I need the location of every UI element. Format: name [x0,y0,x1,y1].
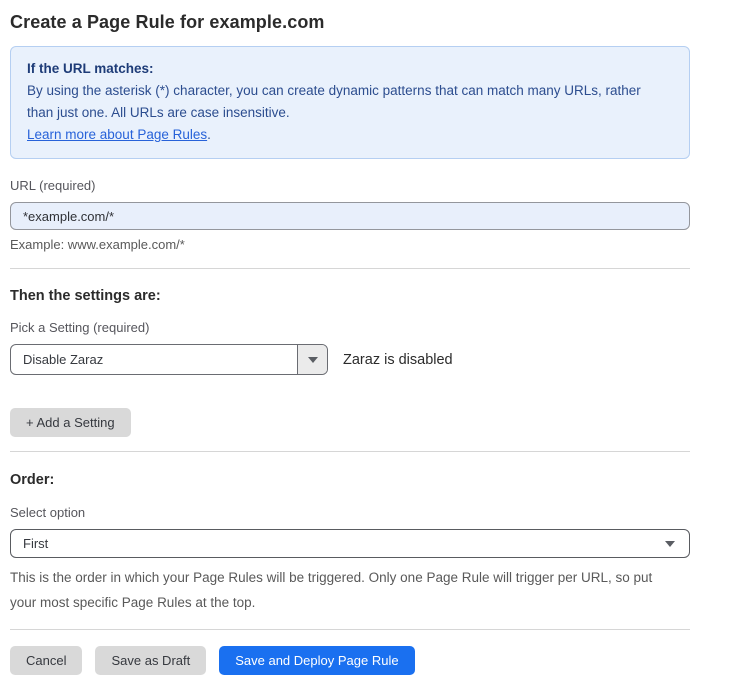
settings-section-heading: Then the settings are: [10,288,690,304]
setting-select-value: Disable Zaraz [11,345,297,374]
setting-status-text: Zaraz is disabled [343,352,453,368]
setting-select-arrow-button[interactable] [297,345,327,374]
order-helper-text: This is the order in which your Page Rul… [10,565,682,615]
order-select-label: Select option [10,505,690,520]
setting-picker-row: Disable Zaraz Zaraz is disabled [10,344,690,375]
divider [10,451,690,452]
info-callout-heading: If the URL matches: [27,58,673,80]
form-actions: Cancel Save as Draft Save and Deploy Pag… [10,646,690,675]
learn-more-link[interactable]: Learn more about Page Rules [27,127,207,142]
create-page-rule-form: Create a Page Rule for example.com If th… [10,0,690,675]
page-title: Create a Page Rule for example.com [10,12,690,33]
setting-picker-label: Pick a Setting (required) [10,320,690,335]
url-match-info-callout: If the URL matches: By using the asteris… [10,46,690,159]
save-as-draft-button[interactable]: Save as Draft [95,646,206,675]
link-suffix: . [207,127,211,142]
url-field-label: URL (required) [10,178,690,193]
divider [10,268,690,269]
chevron-down-icon [308,357,318,363]
info-callout-link-line: Learn more about Page Rules. [27,124,673,146]
cancel-button[interactable]: Cancel [10,646,82,675]
order-select-arrow [651,530,689,557]
chevron-down-icon [665,541,675,547]
setting-select[interactable]: Disable Zaraz [10,344,328,375]
order-select-value: First [11,530,651,557]
add-setting-button[interactable]: + Add a Setting [10,408,131,437]
info-callout-body: By using the asterisk (*) character, you… [27,80,657,124]
url-example-helper: Example: www.example.com/* [10,237,690,252]
order-select[interactable]: First [10,529,690,558]
save-and-deploy-button[interactable]: Save and Deploy Page Rule [219,646,414,675]
order-section-heading: Order: [10,472,690,488]
divider [10,629,690,630]
url-input[interactable] [10,202,690,230]
